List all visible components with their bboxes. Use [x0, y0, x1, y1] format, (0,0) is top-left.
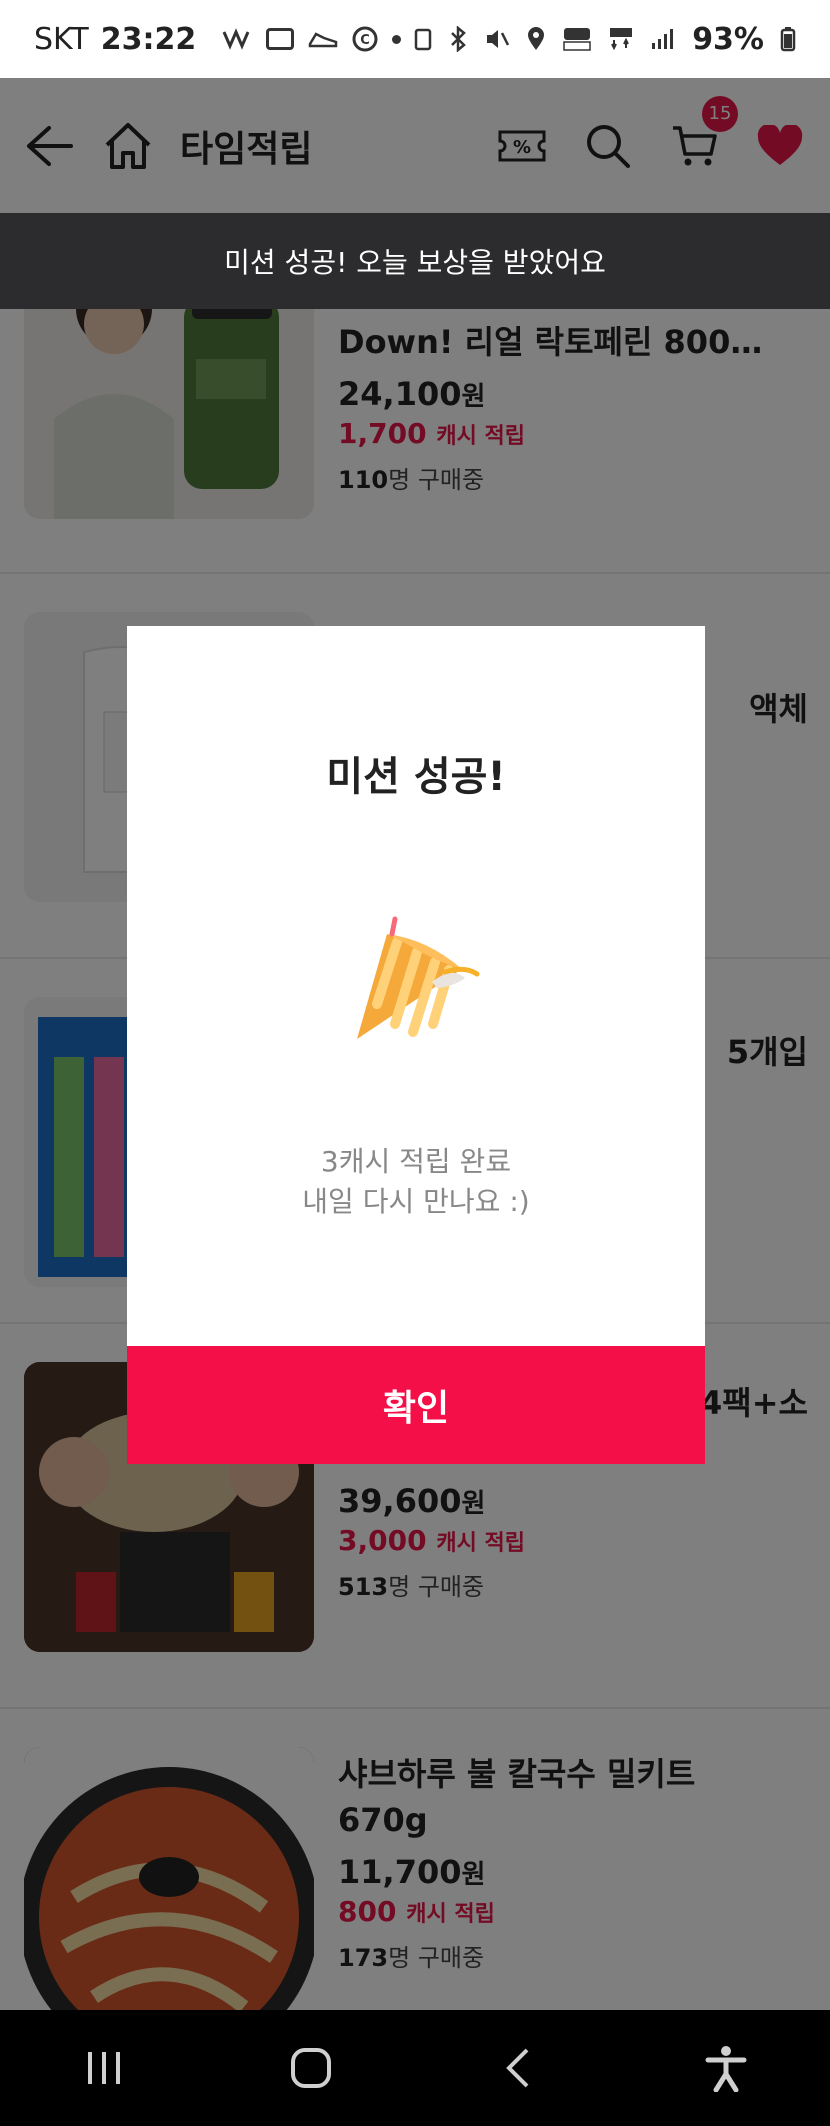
party-popper-icon	[337, 914, 497, 1074]
notification-icons: C	[222, 26, 402, 52]
lte-icon	[610, 28, 633, 51]
c-app-icon: C	[352, 26, 378, 52]
recent-apps-icon	[87, 2052, 120, 2084]
status-left: SKT 23:22 C	[34, 21, 402, 57]
system-navigation-bar	[0, 2010, 830, 2126]
svg-text:C: C	[360, 33, 370, 48]
mute-icon	[487, 30, 510, 48]
carrier-label: SKT	[34, 21, 89, 57]
notification-icon	[222, 28, 250, 50]
back-nav-button[interactable]	[479, 2028, 559, 2108]
shoe-icon	[308, 32, 338, 48]
dialog-message: 3캐시 적립 완료 내일 다시 만나요 :)	[127, 1142, 705, 1222]
recent-apps-button[interactable]	[64, 2028, 144, 2108]
status-right: 93%	[414, 22, 796, 57]
accessibility-button[interactable]	[686, 2028, 766, 2108]
back-chevron-icon	[505, 2048, 529, 2088]
signal-icon	[652, 29, 674, 49]
mission-success-dialog: 미션 성공! 3캐시 적립 완료 내일 다시 만나요 :) 확인	[127, 626, 705, 1464]
toast-banner: 미션 성공! 오늘 보상을 받았어요	[0, 213, 830, 309]
battery-percent: 93%	[692, 21, 764, 57]
more-notifications-dot	[392, 34, 402, 44]
dialog-title: 미션 성공!	[326, 754, 506, 800]
dialog-message-line2: 내일 다시 만나요 :)	[302, 1185, 530, 1218]
location-icon	[528, 27, 545, 50]
cash-icon	[266, 28, 295, 50]
battery-icon	[780, 27, 796, 52]
status-bar: SKT 23:22 C 93%	[0, 0, 830, 78]
clock: 23:22	[100, 21, 197, 57]
dialog-message-line1: 3캐시 적립 완료	[320, 1145, 512, 1178]
home-nav-button[interactable]	[271, 2028, 351, 2108]
hd-voice-icon	[563, 28, 591, 51]
battery-saver-icon	[414, 28, 432, 51]
confirm-button[interactable]: 확인	[127, 1346, 705, 1464]
accessibility-icon	[705, 2046, 747, 2092]
home-circle-icon	[291, 2048, 332, 2088]
bluetooth-icon	[451, 26, 467, 52]
toast-text: 미션 성공! 오늘 보상을 받았어요	[224, 246, 606, 279]
